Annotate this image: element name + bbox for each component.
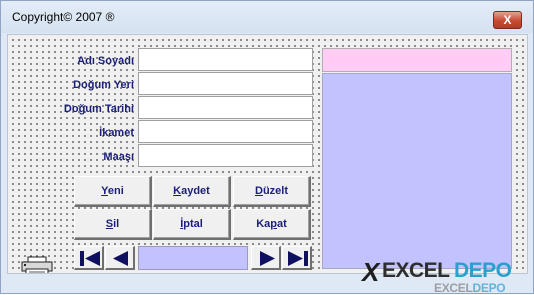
logo-word-excel: EXCEL	[382, 259, 450, 282]
kapat-label: at	[277, 218, 287, 230]
dogum-yeri-input[interactable]	[138, 72, 313, 95]
record-position-box[interactable]	[138, 246, 248, 270]
yeni-button[interactable]: Yeni	[74, 176, 152, 207]
next-record-icon	[260, 251, 275, 266]
yeni-label: eni	[107, 185, 124, 197]
kapat-prefix: Ka	[256, 218, 271, 230]
duzelt-accel: D	[254, 185, 263, 197]
iptal-button[interactable]: İptal	[153, 209, 231, 240]
title-bar[interactable]: Copyright© 2007 ® X	[1, 1, 533, 33]
yeni-accel: Y	[101, 185, 108, 197]
kaydet-label: aydet	[181, 185, 210, 197]
kaydet-accel: K	[173, 185, 182, 197]
logo-mark: X	[362, 257, 380, 287]
label-dogum-yeri: Doğum Yeri	[73, 79, 134, 91]
kaydet-button[interactable]: Kaydet	[153, 176, 231, 207]
label-adi-soyadi: Adı Soyadı	[77, 55, 134, 67]
label-maasi: Maaşı	[103, 151, 134, 163]
logo-word-depo: DEPO	[454, 259, 512, 282]
label-dogum-tarihi: Doğum Tarihi	[63, 103, 134, 115]
last-record-button[interactable]	[282, 246, 312, 270]
form-client-area: Adı Soyadı Doğum Yeri Doğum Tarihi İkame…	[7, 34, 528, 274]
list-header-box	[322, 48, 512, 72]
label-ikamet: İkamet	[99, 127, 134, 139]
dogum-tarihi-input[interactable]	[138, 96, 313, 119]
previous-record-button[interactable]	[105, 246, 135, 270]
logo-reflection-depo: DEPO	[472, 281, 506, 295]
printer-icon[interactable]	[21, 256, 53, 274]
window-title: Copyright© 2007 ®	[12, 10, 115, 24]
duzelt-button[interactable]: Düzelt	[233, 176, 311, 207]
next-record-button[interactable]	[251, 246, 281, 270]
records-listbox[interactable]	[322, 73, 512, 269]
close-button[interactable]: X	[493, 11, 522, 29]
first-record-button[interactable]	[74, 246, 104, 270]
form-window: Copyright© 2007 ® X Adı Soyadı Doğum Yer…	[0, 0, 534, 295]
first-record-icon	[80, 251, 100, 266]
sil-accel: S	[105, 218, 114, 230]
kapat-accel: p	[270, 218, 277, 230]
logo-reflection-excel: EXCEL	[434, 281, 473, 295]
last-record-icon	[288, 251, 308, 266]
iptal-label: ptal	[183, 218, 203, 230]
sil-button[interactable]: Sil	[74, 209, 152, 240]
previous-record-icon	[113, 251, 128, 266]
kapat-button[interactable]: Kapat	[233, 209, 311, 240]
ikamet-input[interactable]	[138, 120, 313, 143]
exceldepo-logo: X EXCEL DEPO EXCELDEPO	[360, 255, 534, 295]
adi-soyadi-input[interactable]	[138, 48, 313, 71]
logo-reflection: EXCELDEPO	[434, 281, 506, 295]
sil-label: il	[113, 218, 120, 230]
duzelt-label: üzelt	[262, 185, 288, 197]
maasi-input[interactable]	[138, 144, 313, 167]
